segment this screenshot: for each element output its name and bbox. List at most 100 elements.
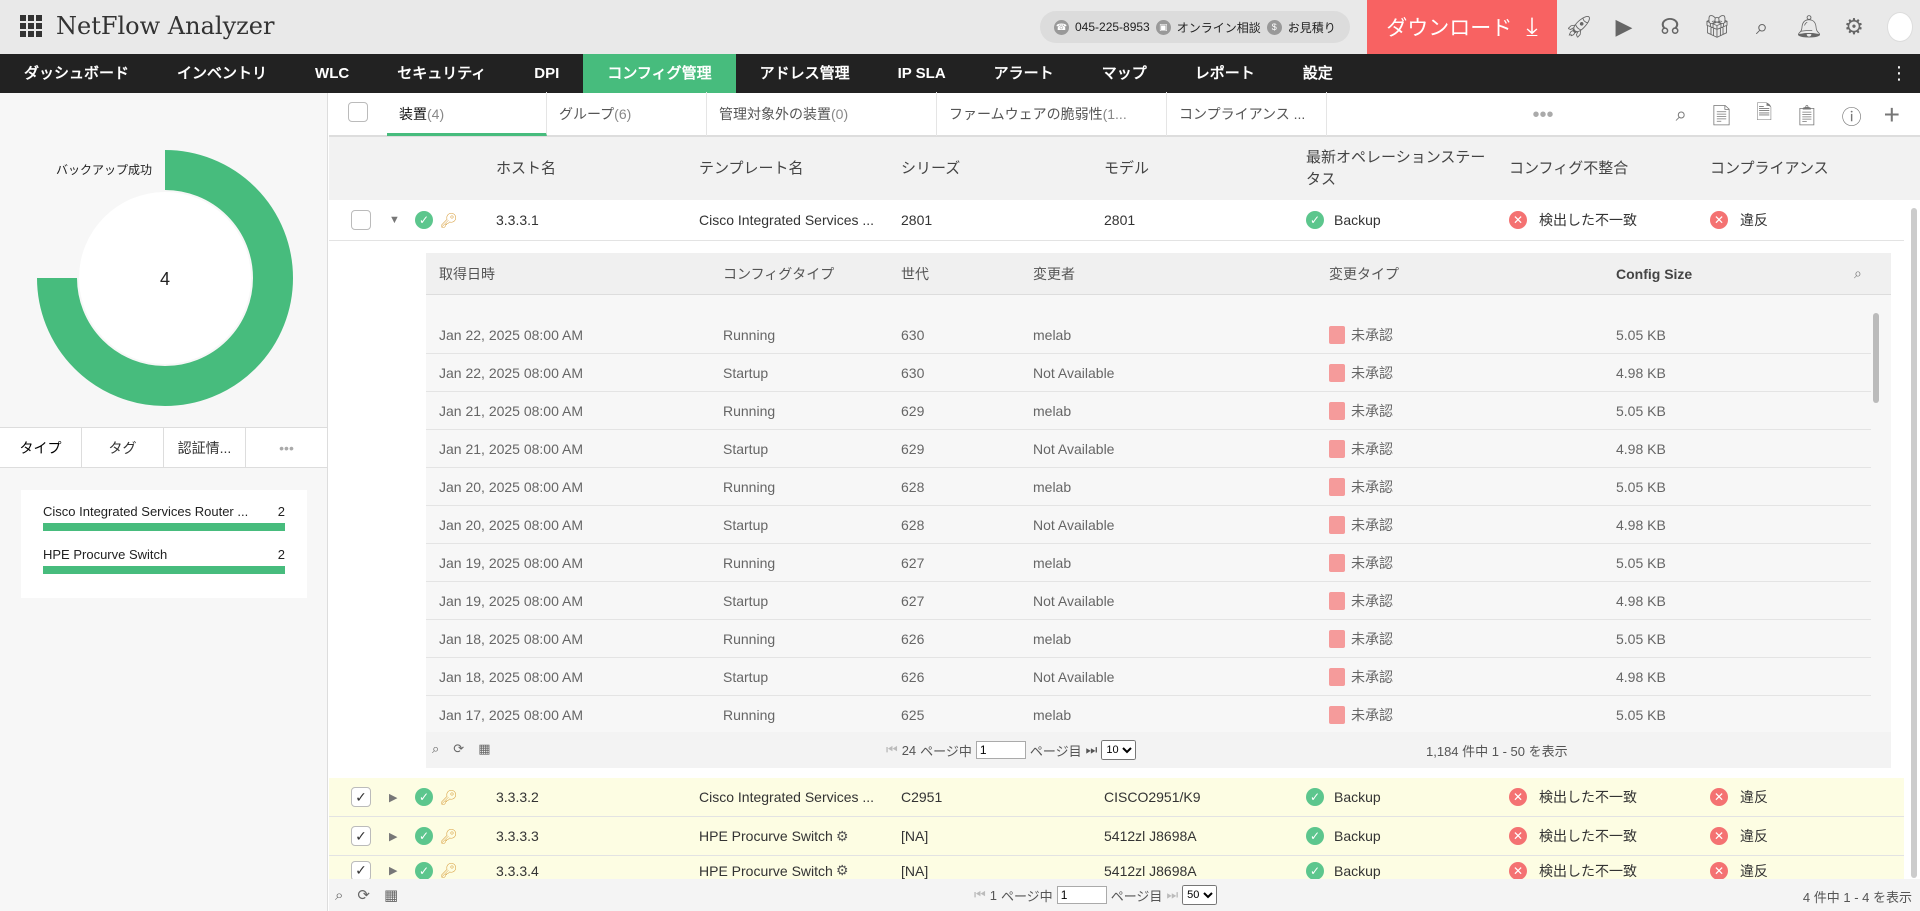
host-name[interactable]: 3.3.3.1	[496, 200, 539, 240]
gift-icon[interactable]: 🎁︎	[1703, 14, 1731, 40]
help-icon[interactable]: ⓘ	[1842, 101, 1862, 130]
search-icon[interactable]: ⌕	[432, 741, 439, 757]
columns-icon[interactable]: ▦	[384, 886, 398, 904]
config-row[interactable]: Jan 22, 2025 08:00 AM Startup 630 Not Avail…	[426, 354, 1871, 392]
headset-icon[interactable]: ☊	[1657, 14, 1683, 40]
nav-item[interactable]: コンフィグ管理	[583, 54, 736, 93]
gear-icon[interactable]: ⚙	[836, 828, 849, 845]
device-row[interactable]: ▼ ✓ 🔑︎ 3.3.3.1 Cisco Integrated Services ...…	[329, 200, 1904, 241]
bell-icon[interactable]: 🔔︎	[1795, 14, 1823, 40]
row-checkbox[interactable]	[351, 210, 371, 230]
config-mismatch[interactable]: 検出した不一致	[1539, 861, 1637, 881]
nested-column-header[interactable]: Config Size	[1616, 253, 1692, 294]
device-row[interactable]: ✓ ▶ ✓ 🔑︎ 3.3.3.2 Cisco Integrated Services ..…	[329, 778, 1904, 817]
search-icon[interactable]: ⌕	[1854, 253, 1862, 294]
config-row[interactable]: Jan 18, 2025 08:00 AM Startup 626 Not Avail…	[426, 658, 1871, 696]
nested-column-header[interactable]: 変更者	[1033, 253, 1075, 294]
next-page-icon[interactable]: ⏭	[1166, 887, 1178, 903]
config-row[interactable]: Jan 21, 2025 08:00 AM Running 629 melab 未承認 5…	[426, 392, 1871, 430]
nav-item[interactable]: セキュリティ	[373, 54, 510, 93]
pdf-icon[interactable]: 📄︎	[1709, 103, 1734, 128]
compliance-status[interactable]: 違反	[1740, 210, 1768, 230]
tab-1[interactable]: グループ(6)	[547, 92, 707, 136]
page-input[interactable]	[975, 741, 1026, 759]
page-input[interactable]	[1056, 886, 1107, 904]
refresh-icon[interactable]: ⟳	[453, 741, 464, 757]
download-button[interactable]: ダウンロード ⤓	[1367, 0, 1557, 54]
config-row[interactable]: Jan 17, 2025 08:00 AM Running 625 melab 未承認 5…	[426, 696, 1871, 734]
compliance-status[interactable]: 違反	[1740, 861, 1768, 881]
device-row[interactable]: ✓ ▶ ✓ 🔑︎ 3.3.3.3 HPE Procurve Switch ⚙ [NA] 5412…	[329, 817, 1904, 856]
first-page-icon[interactable]: ⏮	[886, 742, 898, 758]
column-header[interactable]: コンフィグ不整合	[1509, 137, 1689, 200]
nested-column-header[interactable]: コンフィグタイプ	[723, 253, 834, 294]
nav-item[interactable]: DPI	[510, 54, 583, 93]
row-checkbox[interactable]: ✓	[351, 826, 371, 846]
left-tab[interactable]: タイプ	[0, 428, 82, 467]
main-scrollbar[interactable]	[1911, 208, 1917, 878]
select-all-checkbox[interactable]	[348, 102, 368, 122]
nested-column-header[interactable]: 世代	[901, 253, 929, 294]
column-header[interactable]: テンプレート名	[699, 137, 879, 200]
nav-item[interactable]: IP SLA	[874, 54, 970, 93]
column-header[interactable]: モデル	[1104, 137, 1284, 200]
per-page-select[interactable]: 10	[1101, 740, 1137, 760]
add-icon[interactable]: +	[1884, 99, 1900, 131]
left-tab[interactable]: タグ	[82, 428, 164, 467]
nav-item[interactable]: WLC	[291, 54, 373, 93]
quote-link[interactable]: お見積り	[1288, 19, 1336, 36]
column-header[interactable]: コンプライアンス	[1710, 137, 1890, 200]
columns-icon[interactable]: ▦	[478, 741, 490, 757]
presentation-icon[interactable]: ▶	[1611, 14, 1637, 40]
next-page-icon[interactable]: ⏭	[1086, 742, 1098, 758]
first-page-icon[interactable]: ⏮	[974, 887, 986, 903]
gear-icon[interactable]: ⚙	[1841, 14, 1867, 40]
per-page-select[interactable]: 50	[1182, 885, 1218, 905]
host-name[interactable]: 3.3.3.2	[496, 778, 539, 816]
more-tabs-icon[interactable]: •••	[246, 428, 328, 467]
nav-item[interactable]: アドレス管理	[736, 54, 874, 93]
more-vertical-icon[interactable]: ⋮	[1890, 54, 1908, 93]
more-tabs-icon[interactable]: •••	[1533, 104, 1554, 127]
row-checkbox[interactable]: ✓	[351, 787, 371, 807]
compliance-status[interactable]: 違反	[1740, 826, 1768, 846]
type-item[interactable]: Cisco Integrated Services Router ... 2	[43, 504, 285, 519]
rocket-icon[interactable]: 🚀︎	[1565, 14, 1593, 40]
tab-2[interactable]: 管理対象外の装置(0)	[707, 92, 937, 136]
tab-4[interactable]: コンプライアンス ...	[1167, 92, 1327, 136]
search-icon[interactable]: ⌕	[335, 887, 343, 904]
nested-column-header[interactable]: 変更タイプ	[1329, 253, 1399, 294]
nav-item[interactable]: 設定	[1279, 54, 1357, 93]
collapse-caret-icon[interactable]: ▼	[389, 200, 400, 240]
search-icon[interactable]: ⌕	[1749, 14, 1775, 40]
online-consult-link[interactable]: オンライン相談	[1177, 19, 1261, 36]
nav-item[interactable]: インベントリ	[153, 54, 291, 93]
export-icon[interactable]: 📋︎	[1794, 103, 1819, 128]
config-row[interactable]: Jan 22, 2025 08:00 AM Running 630 melab 未承認 5…	[426, 316, 1871, 354]
nav-item[interactable]: レポート	[1171, 54, 1279, 93]
host-name[interactable]: 3.3.3.3	[496, 817, 539, 855]
column-header[interactable]: ホスト名	[496, 137, 676, 200]
gear-icon[interactable]: ⚙	[836, 862, 849, 879]
expand-caret-icon[interactable]: ▶	[389, 817, 397, 855]
expand-caret-icon[interactable]: ▶	[389, 778, 397, 816]
column-header[interactable]: 最新オペレーションステータス	[1306, 137, 1496, 200]
row-checkbox[interactable]: ✓	[351, 860, 371, 881]
avatar[interactable]	[1887, 12, 1913, 42]
column-header[interactable]: シリーズ	[901, 137, 1081, 200]
refresh-icon[interactable]: ⟳	[357, 886, 370, 904]
compliance-status[interactable]: 違反	[1740, 787, 1768, 807]
config-mismatch[interactable]: 検出した不一致	[1539, 826, 1637, 846]
search-icon[interactable]: ⌕	[1676, 104, 1687, 127]
nested-scrollbar[interactable]	[1873, 313, 1879, 403]
config-mismatch[interactable]: 検出した不一致	[1539, 210, 1637, 230]
config-mismatch[interactable]: 検出した不一致	[1539, 787, 1637, 807]
left-tab[interactable]: 認証情...	[164, 428, 246, 467]
config-row[interactable]: Jan 21, 2025 08:00 AM Startup 629 Not Avail…	[426, 430, 1871, 468]
tab-3[interactable]: ファームウェアの脆弱性(1...	[937, 92, 1167, 136]
config-row[interactable]: Jan 19, 2025 08:00 AM Startup 627 Not Avail…	[426, 582, 1871, 620]
nav-item[interactable]: アラート	[970, 54, 1078, 93]
config-row[interactable]: Jan 20, 2025 08:00 AM Running 628 melab 未承認 5…	[426, 468, 1871, 506]
report-search-icon[interactable]: 🗎	[1756, 98, 1772, 132]
type-item[interactable]: HPE Procurve Switch 2	[43, 547, 285, 562]
